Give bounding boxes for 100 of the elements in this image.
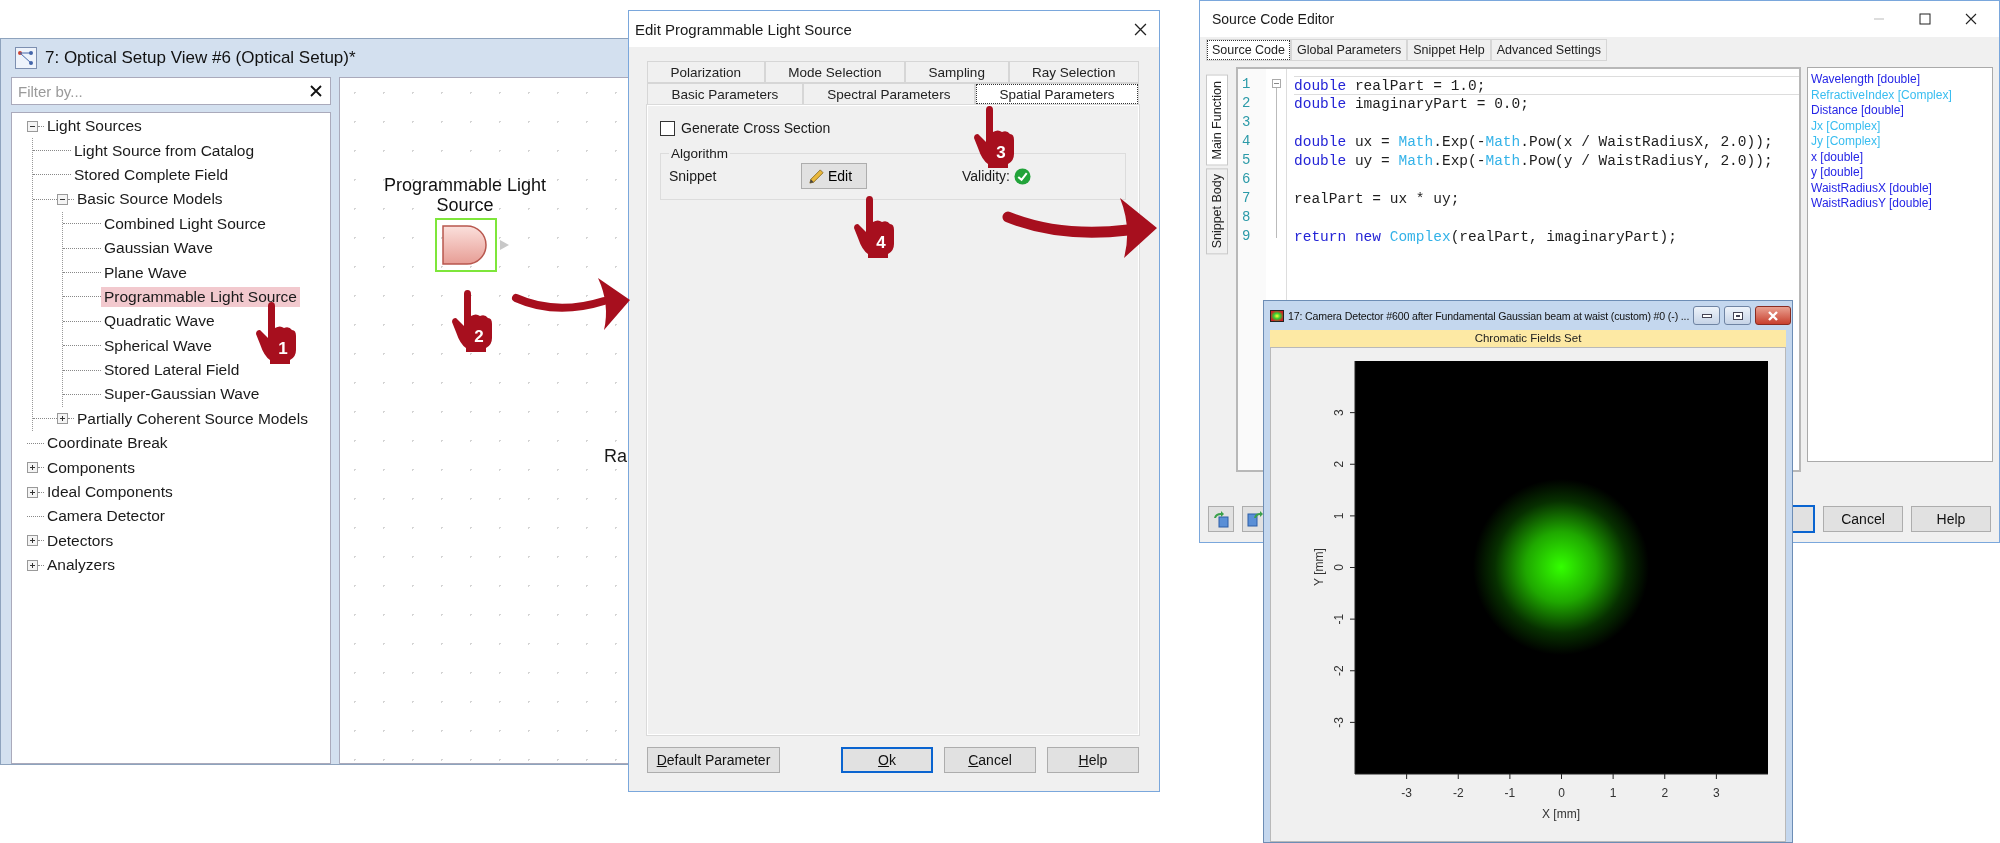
maximize-icon[interactable] (1919, 13, 1931, 25)
tab[interactable]: Snippet Help (1407, 39, 1491, 61)
parameter-item[interactable]: Wavelength [double] (1811, 72, 1992, 88)
tree-item[interactable]: Components (44, 457, 138, 478)
tab[interactable]: Global Parameters (1290, 39, 1408, 61)
vertical-tab[interactable]: Main Function (1206, 75, 1228, 166)
vertical-tab[interactable]: Snippet Body (1206, 167, 1228, 254)
line-number: 1 (1241, 76, 1252, 94)
parameter-item[interactable]: Distance [double] (1811, 103, 1992, 119)
dialog-button[interactable]: Ok (841, 747, 933, 773)
dialog-button[interactable]: Cancel (944, 747, 1036, 773)
code-line: realPart = ux * uy; (1294, 190, 1461, 209)
line-number: 6 (1241, 171, 1252, 189)
tree-item[interactable]: Stored Lateral Field (101, 360, 243, 381)
line-number: 4 (1241, 133, 1252, 151)
code-line: double ux = Math.Exp(-Math.Pow(x / WaistRadiusX, 2.0)); (1294, 133, 1774, 152)
line-number: 3 (1241, 114, 1252, 132)
line-number: 5 (1241, 152, 1252, 170)
tab[interactable]: Mode Selection (764, 61, 905, 83)
window-title: 7: Optical Setup View #6 (Optical Setup)* (45, 48, 356, 68)
tick-label: 2 (1332, 460, 1346, 468)
tick-label: 1 (1332, 512, 1346, 520)
tree-item[interactable]: Spherical Wave (101, 335, 215, 356)
filter-field[interactable]: Filter by... (11, 77, 331, 105)
minimize-button[interactable] (1693, 306, 1721, 325)
tree-item[interactable]: Coordinate Break (44, 433, 171, 454)
tree-item[interactable]: Ideal Components (44, 482, 176, 503)
plus-box-icon[interactable] (27, 486, 38, 498)
group-title: Algorithm (670, 146, 730, 161)
tick-label: -3 (1332, 717, 1346, 728)
tree-item[interactable]: Detectors (44, 530, 117, 551)
tick-label: -1 (1332, 613, 1346, 625)
validity-label: Validity: (962, 168, 1010, 184)
tick-label: 0 (1558, 786, 1565, 800)
tree-item[interactable]: Camera Detector (44, 506, 168, 527)
checkbox[interactable] (660, 120, 675, 136)
tab[interactable]: Spatial Parameters (975, 83, 1139, 105)
tree-item[interactable]: Analyzers (44, 555, 119, 576)
callout-number: 2 (473, 328, 485, 346)
line-number: 8 (1241, 209, 1252, 227)
parameter-item[interactable]: x [double] (1811, 149, 1992, 165)
tab[interactable]: Basic Parameters (647, 83, 803, 105)
tick-label: -2 (1452, 786, 1464, 800)
code-line: return new Complex(realPart, imaginaryPart); (1294, 228, 1678, 247)
line-number: 9 (1241, 228, 1252, 246)
window-title: Source Code Editor (1212, 11, 1335, 27)
tree-item[interactable]: Partially Coherent Source Models (74, 408, 311, 429)
tab[interactable]: Spectral Parameters (802, 83, 975, 105)
tree-item[interactable]: Basic Source Models (74, 189, 226, 210)
plus-box-icon[interactable] (57, 413, 68, 425)
close-icon[interactable] (1134, 22, 1147, 36)
dialog-title: Edit Programmable Light Source (635, 20, 852, 38)
tree-item[interactable]: Quadratic Wave (101, 311, 218, 332)
restore-icon (1732, 311, 1743, 320)
minus-box-icon[interactable] (57, 193, 68, 205)
plus-box-icon[interactable] (27, 462, 38, 474)
axis-title: Y [mm] (1312, 548, 1326, 586)
close-icon[interactable] (310, 85, 322, 97)
tab[interactable]: Sampling (905, 61, 1009, 83)
plus-box-icon[interactable] (27, 559, 38, 571)
tree-item[interactable]: Plane Wave (101, 262, 190, 283)
export-icon (1246, 510, 1264, 528)
tree-item[interactable]: Programmable Light Source (101, 286, 300, 307)
restore-button[interactable] (1724, 306, 1752, 325)
tick-label: 2 (1661, 786, 1669, 800)
tab[interactable]: Polarization (647, 61, 765, 83)
plus-box-icon[interactable] (27, 535, 38, 547)
node-label: Programmable Light Source (382, 175, 548, 215)
tree-item[interactable]: Combined Light Source (101, 213, 269, 234)
edit-button[interactable]: Edit (801, 163, 867, 189)
tab[interactable]: Source Code (1206, 39, 1291, 61)
tick-label: -3 (1401, 786, 1412, 800)
close-icon[interactable] (1965, 13, 1977, 25)
dialog-button[interactable]: Help (1047, 747, 1139, 773)
callout-number: 4 (875, 234, 887, 252)
tick-label: 3 (1332, 409, 1346, 416)
parameter-item[interactable]: WaistRadiusX [double] (1811, 180, 1992, 196)
import-icon (1212, 510, 1230, 528)
light-source-node[interactable] (435, 218, 497, 272)
tree-item[interactable]: Super-Gaussian Wave (101, 384, 263, 405)
tree-item[interactable]: Stored Complete Field (71, 164, 232, 185)
tab[interactable]: Ray Selection (1008, 61, 1139, 83)
tab[interactable]: Advanced Settings (1490, 39, 1607, 61)
parameter-item[interactable]: WaistRadiusY [double] (1811, 196, 1992, 212)
tree-item[interactable]: Gaussian Wave (101, 238, 216, 259)
tick-label: 0 (1332, 564, 1346, 571)
dialog-button[interactable]: Cancel (1823, 506, 1903, 532)
code-line: double uy = Math.Exp(-Math.Pow(y / WaistRadiusY, 2.0)); (1294, 152, 1774, 171)
dialog-button[interactable]: Default Parameter (647, 747, 780, 773)
close-button[interactable] (1755, 306, 1792, 325)
window-title: 17: Camera Detector #600 after Fundamental Gaussian beam at waist (custom) #0 (-) ... (1288, 309, 1690, 322)
dialog-button[interactable]: Help (1911, 506, 1991, 532)
minus-box-icon[interactable] (27, 120, 38, 132)
port-icon (500, 240, 509, 250)
callout-number: 3 (995, 144, 1007, 162)
tree-item[interactable]: Light Sources (44, 116, 145, 137)
pointing-hand-icon (854, 196, 894, 258)
parameter-item[interactable]: y [double] (1811, 165, 1992, 181)
tree-item[interactable]: Light Source from Catalog (71, 140, 258, 161)
import-button[interactable] (1208, 506, 1234, 532)
